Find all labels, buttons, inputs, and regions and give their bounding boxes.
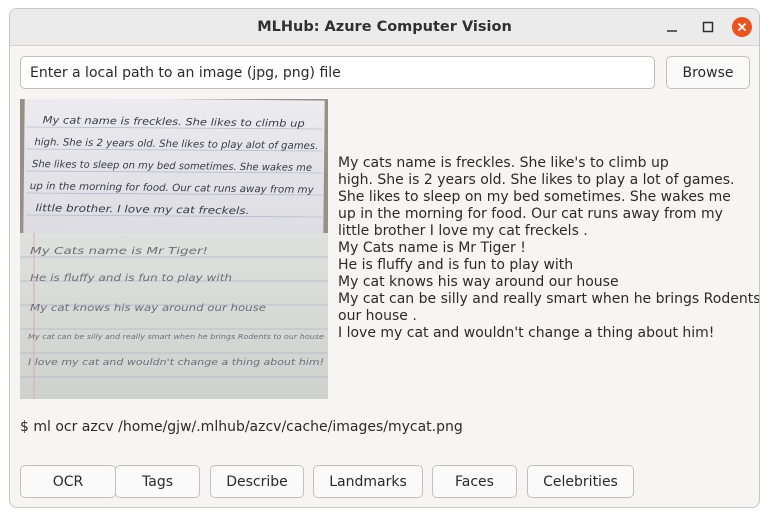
title-bar[interactable]: MLHub: Azure Computer Vision bbox=[10, 9, 759, 46]
close-button[interactable] bbox=[732, 17, 752, 37]
describe-button[interactable]: Describe bbox=[210, 465, 304, 498]
maximize-button[interactable] bbox=[698, 17, 718, 37]
ocr-line: My cat knows his way around our house bbox=[338, 274, 619, 290]
browse-button[interactable]: Browse bbox=[666, 56, 750, 89]
image-path-input[interactable] bbox=[20, 56, 655, 89]
ocr-line: little brother I love my cat freckels . bbox=[338, 223, 588, 239]
landmarks-button[interactable]: Landmarks bbox=[313, 465, 423, 498]
note-line: My Cats name is Mr Tiger! bbox=[30, 246, 208, 257]
command-line: $ ml ocr azcv /home/gjw/.mlhub/azcv/cach… bbox=[20, 419, 463, 435]
ocr-line: My cat can be silly and really smart whe… bbox=[338, 291, 760, 307]
app-window: MLHub: Azure Computer Vision Browse bbox=[9, 8, 760, 508]
note-line: I love my cat and wouldn't change a thin… bbox=[28, 358, 324, 368]
faces-button[interactable]: Faces bbox=[432, 465, 517, 498]
ocr-button[interactable]: OCR bbox=[20, 465, 116, 498]
close-icon bbox=[737, 22, 747, 32]
minimize-icon bbox=[667, 30, 677, 32]
tags-button[interactable]: Tags bbox=[115, 465, 200, 498]
ocr-line: our house . bbox=[338, 308, 417, 324]
ocr-line: high. She is 2 years old. She likes to p… bbox=[338, 172, 735, 188]
ocr-source-image: My cat name is freckles. She likes to cl… bbox=[20, 99, 328, 399]
window-title: MLHub: Azure Computer Vision bbox=[257, 19, 512, 35]
maximize-icon bbox=[702, 21, 714, 33]
minimize-button[interactable] bbox=[662, 17, 682, 37]
ocr-line: He is fluffy and is fun to play with bbox=[338, 257, 574, 273]
note-line: My cat knows his way around our house bbox=[30, 303, 266, 314]
ocr-result-text: My cats name is freckles. She like's to … bbox=[338, 155, 760, 342]
ocr-line: She likes to sleep on my bed sometimes. … bbox=[338, 189, 731, 205]
ocr-line: up in the morning for food. Our cat runs… bbox=[338, 206, 723, 222]
ocr-line: My cats name is freckles. She like's to … bbox=[338, 155, 669, 171]
ocr-line: My Cats name is Mr Tiger ! bbox=[338, 240, 526, 256]
ocr-line: I love my cat and wouldn't change a thin… bbox=[338, 325, 715, 341]
note-line: He is fluffy and is fun to play with bbox=[30, 273, 232, 284]
celebrities-button[interactable]: Celebrities bbox=[527, 465, 634, 498]
note-line: My cat can be silly and really smart whe… bbox=[28, 333, 324, 341]
